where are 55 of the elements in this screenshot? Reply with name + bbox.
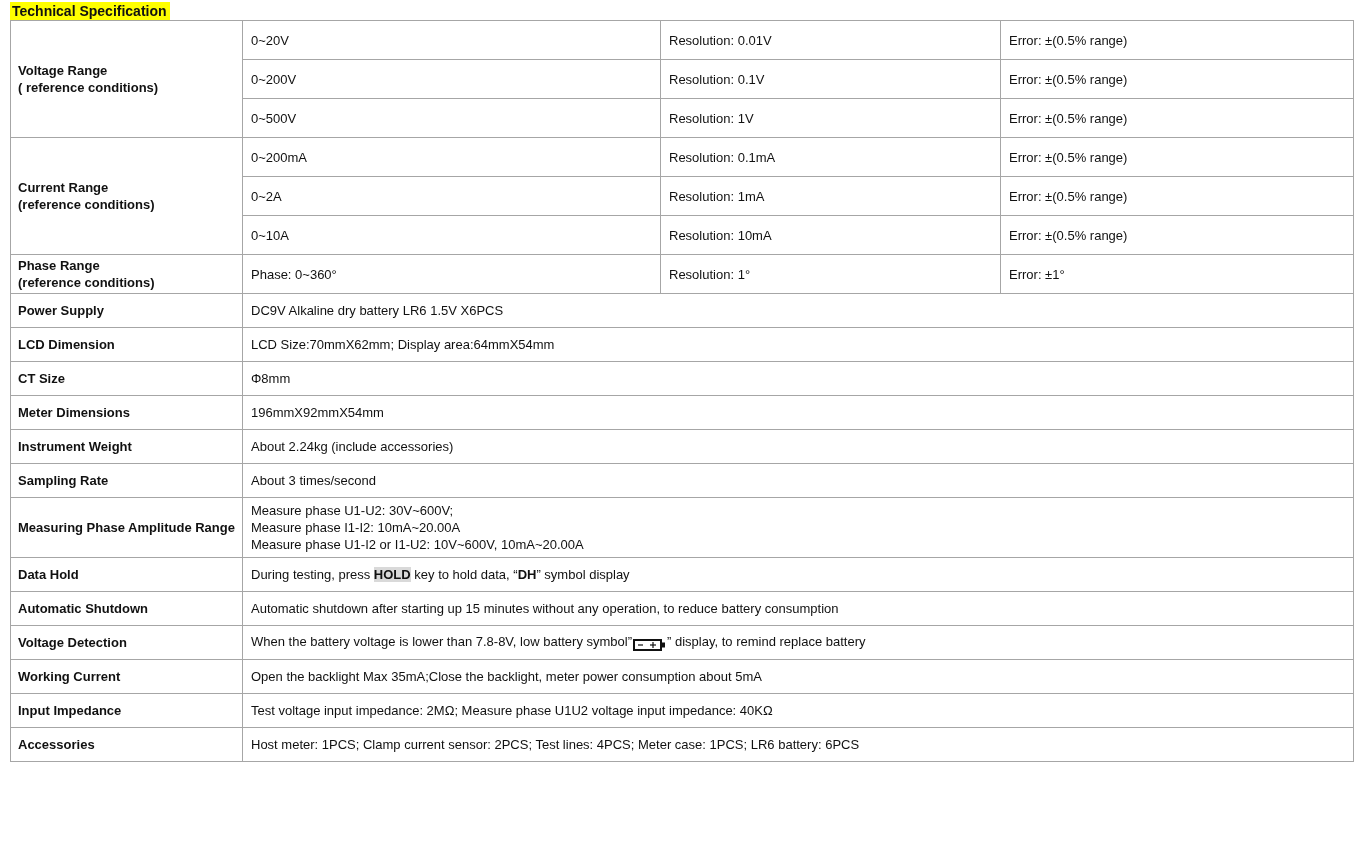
error-value: Error: ±(0.5% range) [1000, 215, 1354, 255]
spec-value: 196mmX92mmX54mm [242, 395, 1354, 430]
range-value: 0~10A [242, 215, 661, 255]
resolution-value: Resolution: 1° [660, 254, 1001, 294]
resolution-value: Resolution: 0.01V [660, 20, 1001, 60]
section-title: Technical Specification [10, 2, 170, 20]
error-value: Error: ±(0.5% range) [1000, 137, 1354, 177]
spec-label: Voltage Detection [10, 625, 243, 660]
spec-label: LCD Dimension [10, 327, 243, 362]
spec-value: About 2.24kg (include accessories) [242, 429, 1354, 464]
spec-value: About 3 times/second [242, 463, 1354, 498]
resolution-value: Resolution: 10mA [660, 215, 1001, 255]
spec-value-line: Measure phase U1-U2: 30V~600V; [251, 502, 455, 519]
range-value: 0~20V [242, 20, 661, 60]
error-value: Error: ±(0.5% range) [1000, 98, 1354, 138]
error-value: Error: ±(0.5% range) [1000, 20, 1354, 60]
resolution-value: Resolution: 0.1V [660, 59, 1001, 99]
resolution-value: Resolution: 1mA [660, 176, 1001, 216]
range-value: 0~200mA [242, 137, 661, 177]
spec-value: Automatic shutdown after starting up 15 minutes without any operation, to reduce battery consumption [242, 591, 1354, 626]
spec-label: Data Hold [10, 557, 243, 592]
spec-label: Meter Dimensions [10, 395, 243, 430]
spec-label: Power Supply [10, 293, 243, 328]
resolution-value: Resolution: 1V [660, 98, 1001, 138]
spec-label: Working Current [10, 659, 243, 694]
spec-value: During testing, press HOLD key to hold data, “DH” symbol display [242, 557, 1354, 592]
spec-value: Φ8mm [242, 361, 1354, 396]
range-value: 0~500V [242, 98, 661, 138]
error-value: Error: ±1° [1000, 254, 1354, 294]
range-value: 0~2A [242, 176, 661, 216]
spec-label: Input Impedance [10, 693, 243, 728]
spec-label: CT Size [10, 361, 243, 396]
resolution-value: Resolution: 0.1mA [660, 137, 1001, 177]
spec-label: Accessories [10, 727, 243, 762]
spec-value: ” display, to remind replace battery [667, 634, 866, 649]
range-value: 0~200V [242, 59, 661, 99]
spec-value: When the battery voltage is lower than 7.8-8V, low battery symbol” [251, 634, 633, 649]
spec-label: Sampling Rate [10, 463, 243, 498]
spec-value-line: Measure phase U1-I2 or I1-U2: 10V~600V, 10mA~20.00A [251, 536, 585, 553]
error-value: Error: ±(0.5% range) [1000, 176, 1354, 216]
spec-value: Open the backlight Max 35mA;Close the backlight, meter power consumption about 5mA [242, 659, 1354, 694]
spec-label: Measuring Phase Amplitude Range [10, 497, 243, 558]
spec-value-line: Measure phase I1-I2: 10mA~20.00A [251, 519, 462, 536]
spec-value: Test voltage input impedance: 2MΩ; Measure phase U1U2 voltage input impedance: 40KΩ [242, 693, 1354, 728]
spec-label: Phase Range (reference conditions) [10, 254, 243, 294]
battery-icon [633, 638, 667, 652]
spec-value: Host meter: 1PCS; Clamp current sensor: 2PCS; Test lines: 4PCS; Meter case: 1PCS; LR6 battery: 6PCS [242, 727, 1354, 762]
spec-value: DC9V Alkaline dry battery LR6 1.5V X6PCS [242, 293, 1354, 328]
range-value: Phase: 0~360° [242, 254, 661, 294]
spec-label: Instrument Weight [10, 429, 243, 464]
spec-label: Voltage Range ( reference conditions) [10, 20, 243, 138]
spec-value: LCD Size:70mmX62mm; Display area:64mmX54mm [242, 327, 1354, 362]
spec-label: Current Range (reference conditions) [10, 137, 243, 255]
spec-label: Automatic Shutdown [10, 591, 243, 626]
error-value: Error: ±(0.5% range) [1000, 59, 1354, 99]
